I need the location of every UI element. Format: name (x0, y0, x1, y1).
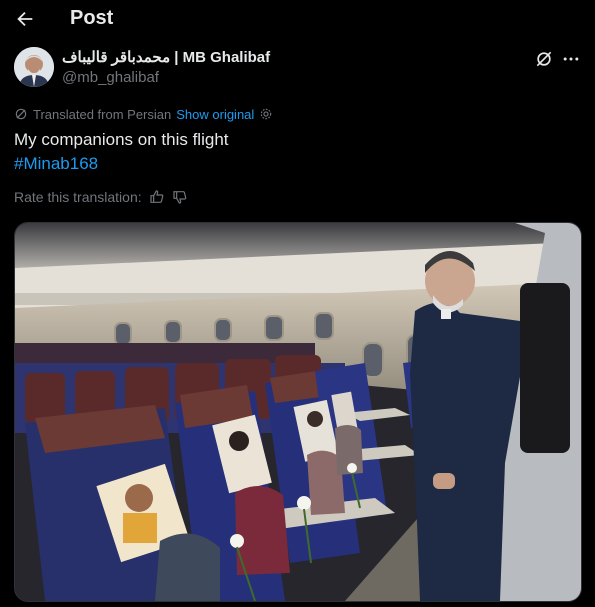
post-image[interactable] (14, 222, 582, 602)
post-body: My companions on this flight #Minab168 (14, 128, 229, 176)
page-title: Post (70, 7, 114, 29)
translation-label: Translated from Persian (33, 106, 172, 122)
show-original-link[interactable]: Show original (176, 107, 254, 122)
rate-translation: Rate this translation: (14, 189, 188, 205)
rate-label: Rate this translation: (14, 189, 142, 205)
top-bar: Post (0, 0, 595, 40)
more-options-icon[interactable] (561, 49, 581, 69)
thumbs-down-icon[interactable] (172, 189, 188, 205)
post-text: My companions on this flight (14, 130, 229, 149)
translate-icon (15, 108, 27, 120)
grok-icon[interactable] (534, 49, 554, 69)
gear-icon[interactable] (259, 107, 273, 121)
translation-notice: Translated from Persian Show original (14, 105, 273, 123)
avatar[interactable] (14, 47, 54, 87)
thumbs-up-icon[interactable] (149, 189, 165, 205)
arrow-left-icon[interactable] (14, 8, 36, 30)
author-display-name[interactable]: محمدباقر قالیباف | MB Ghalibaf (62, 48, 270, 66)
hashtag-link[interactable]: #Minab168 (14, 152, 229, 176)
author-handle[interactable]: @mb_ghalibaf (62, 69, 159, 86)
